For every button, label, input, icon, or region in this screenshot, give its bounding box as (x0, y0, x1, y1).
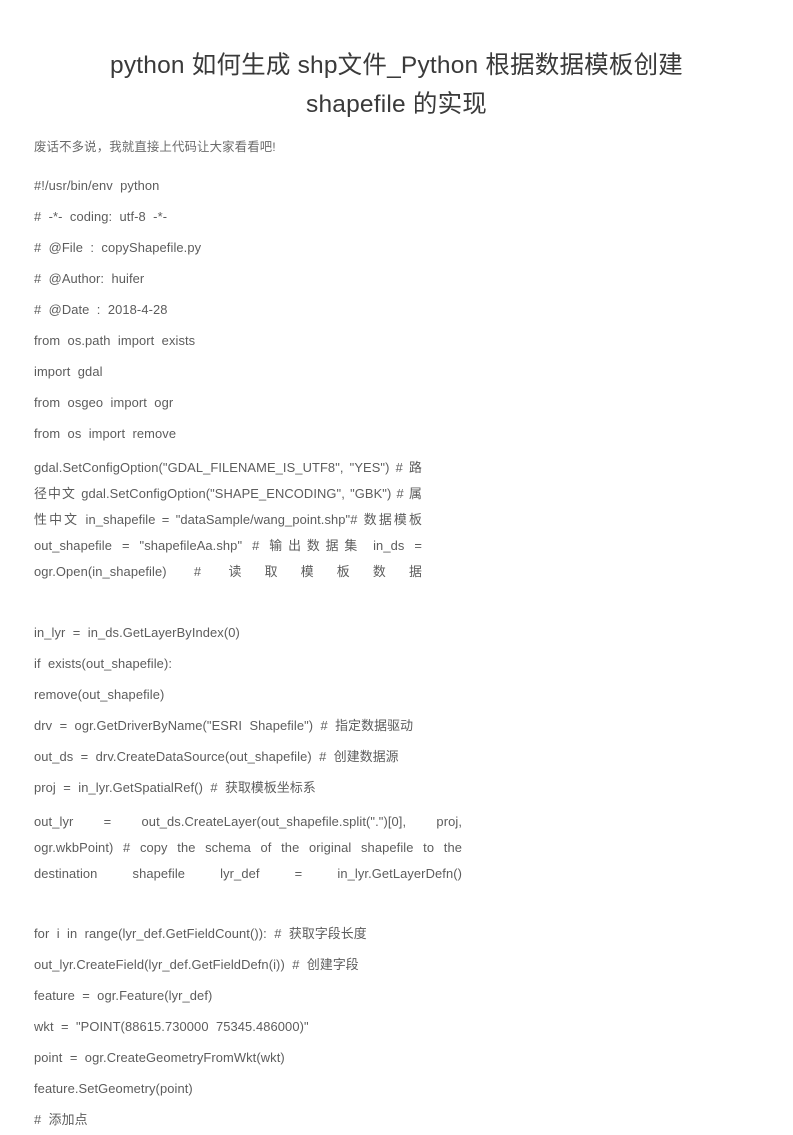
article-body: 废话不多说，我就直接上代码让大家看看吧! #!/usr/bin/env pyth… (0, 124, 793, 1135)
code-paragraph: out_lyr = out_ds.CreateLayer(out_shapefi… (34, 813, 462, 881)
code-line: out_lyr.CreateField(lyr_def.GetFieldDefn… (34, 956, 359, 972)
code-line: #!/usr/bin/env python (34, 178, 160, 193)
code-line: # -*- coding: utf-8 -*- (34, 209, 168, 224)
code-line: proj = in_lyr.GetSpatialRef() # 获取模板坐标系 (34, 779, 316, 795)
code-line: wkt = "POINT(88615.730000 75345.486000)" (34, 1018, 309, 1034)
code-line: drv = ogr.GetDriverByName("ESRI Shapefil… (34, 717, 414, 733)
page-title: python 如何生成 shp文件_Python 根据数据模板创建 shapef… (110, 52, 683, 118)
code-line: from osgeo import ogr (34, 395, 174, 410)
code-line: feature = ogr.Feature(lyr_def) (34, 987, 213, 1003)
code-line: # @Author: huifer (34, 271, 145, 286)
code-line: # @Date : 2018-4-28 (34, 302, 168, 317)
document-page: python 如何生成 shp文件_Python 根据数据模板创建 shapef… (0, 0, 793, 1127)
code-line: point = ogr.CreateGeometryFromWkt(wkt) (34, 1049, 285, 1065)
code-line: from os.path import exists (34, 333, 196, 348)
code-line: from os import remove (34, 426, 177, 441)
code-line: for i in range(lyr_def.GetFieldCount()):… (34, 925, 367, 941)
code-line: out_ds = drv.CreateDataSource(out_shapef… (34, 748, 399, 764)
code-line: # 添加点 (34, 1111, 88, 1127)
code-line: # @File : copyShapefile.py (34, 240, 202, 255)
code-line: import gdal (34, 364, 103, 379)
code-paragraph: gdal.SetConfigOption("GDAL_FILENAME_IS_U… (34, 460, 422, 580)
code-line: in_lyr = in_ds.GetLayerByIndex(0) (34, 624, 240, 640)
code-line: remove(out_shapefile) (34, 686, 165, 702)
code-line: feature.SetGeometry(point) (34, 1080, 193, 1096)
code-line: if exists(out_shapefile): (34, 655, 173, 671)
intro-paragraph: 废话不多说，我就直接上代码让大家看看吧! (34, 140, 276, 154)
